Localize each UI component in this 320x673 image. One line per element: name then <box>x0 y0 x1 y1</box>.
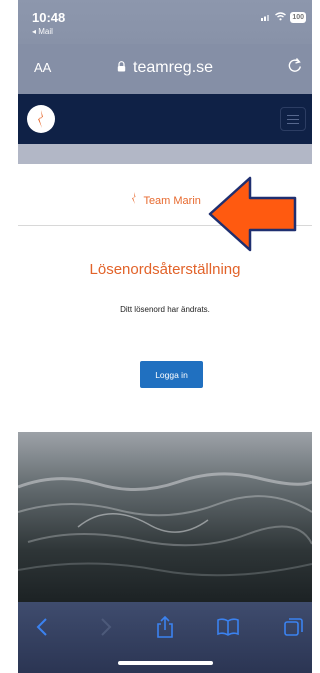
bookmarks-icon[interactable] <box>214 614 242 640</box>
brand-name: Team Marin <box>143 195 201 207</box>
forward-icon[interactable] <box>92 614 120 640</box>
back-to-mail-link[interactable]: ◂ Mail <box>32 27 53 36</box>
signal-icon <box>261 13 271 23</box>
home-indicator[interactable] <box>118 661 213 665</box>
login-button[interactable]: Logga in <box>140 361 203 388</box>
status-icons: 100 <box>261 12 306 23</box>
wifi-icon <box>275 12 287 23</box>
arrow-pointer <box>208 176 297 252</box>
status-bar: 10:48 ◂ Mail 100 <box>18 0 312 44</box>
brand-mark-icon <box>129 192 142 207</box>
menu-icon-line <box>287 114 299 116</box>
phone-screen: 10:48 ◂ Mail 100 AA teamreg.se Team Mari… <box>18 0 312 673</box>
reload-icon[interactable] <box>288 57 302 78</box>
site-logo[interactable] <box>27 105 55 133</box>
status-time: 10:48 <box>32 10 66 25</box>
url-field[interactable]: teamreg.se <box>18 59 312 77</box>
menu-toggle-button[interactable] <box>280 107 306 131</box>
browser-address-bar[interactable]: AA teamreg.se <box>18 44 312 94</box>
menu-icon-line <box>287 118 299 120</box>
share-icon[interactable] <box>151 614 179 640</box>
site-navbar <box>18 94 312 144</box>
lock-icon <box>117 61 129 75</box>
header-band <box>18 144 312 164</box>
url-text: teamreg.se <box>133 59 214 76</box>
menu-icon-line <box>287 122 299 124</box>
team-marin-logo-icon <box>38 110 43 128</box>
status-message: Ditt lösenord har ändrats. <box>120 305 210 314</box>
ocean-background-image <box>18 432 312 602</box>
browser-toolbar <box>18 602 312 673</box>
battery-icon: 100 <box>290 12 306 23</box>
back-icon[interactable] <box>28 614 56 640</box>
page-title: Lösenordsåterställning <box>89 261 241 278</box>
tabs-icon[interactable] <box>280 614 308 640</box>
